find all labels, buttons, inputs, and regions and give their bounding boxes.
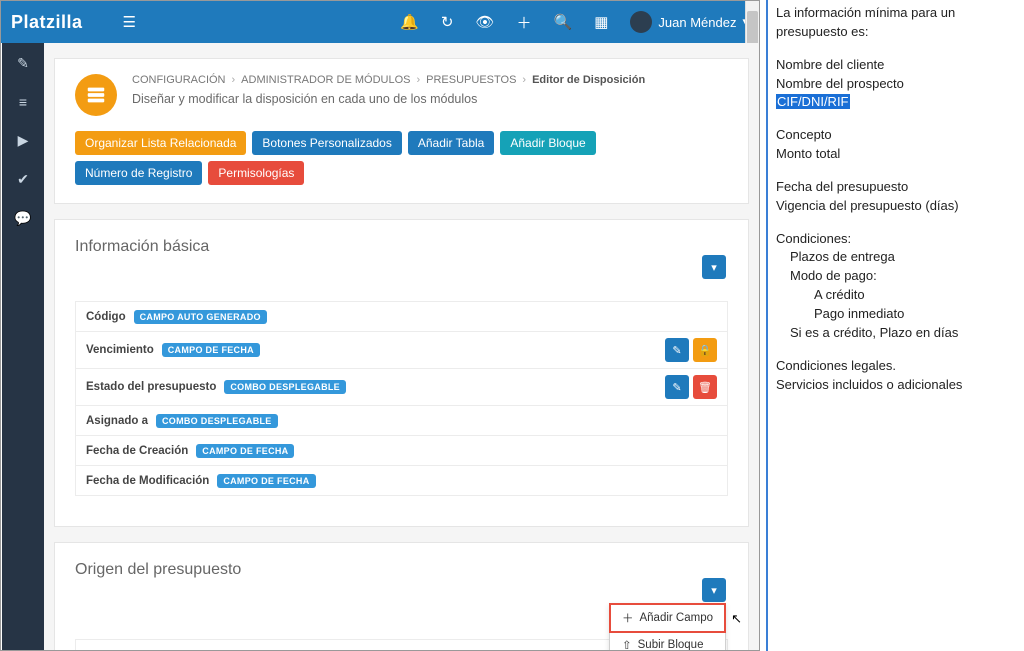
cursor-icon: ↖ xyxy=(731,611,742,627)
page-subtitle: Diseñar y modificar la disposición en ca… xyxy=(132,92,645,106)
notes-line: Condiciones legales. Servicios incluidos… xyxy=(776,357,1014,395)
permisos-button[interactable]: Permisologías xyxy=(208,161,304,185)
field-type-tag: CAMPO DE FECHA xyxy=(196,444,294,458)
section-menu-toggle[interactable]: ▾ xyxy=(702,578,726,602)
menu-item-add-field[interactable]: ＋ Añadir Campo xyxy=(610,604,725,632)
field-type-tag: CAMPO DE FECHA xyxy=(162,343,260,357)
bc-item[interactable]: PRESUPUESTOS xyxy=(426,74,516,86)
plus-icon: ＋ xyxy=(622,610,634,626)
eye-icon[interactable]: 👁 xyxy=(475,13,494,31)
field-row[interactable]: Vencimiento CAMPO DE FECHA ✎🔒 xyxy=(76,332,727,369)
organizar-button[interactable]: Organizar Lista Relacionada xyxy=(75,131,246,155)
notes-line: Condiciones: Plazos de entrega Modo de p… xyxy=(776,230,1014,343)
user-menu[interactable]: Juan Méndez ▾ xyxy=(630,11,749,33)
notes-line: Nombre del cliente Nombre del prospecto … xyxy=(776,56,1014,113)
bloque-button[interactable]: Añadir Bloque xyxy=(500,131,595,155)
content: CONFIGURACIÓN› ADMINISTRADOR DE MÓDULOS›… xyxy=(44,43,759,650)
field-type-tag: COMBO DESPLEGABLE xyxy=(224,380,346,394)
section-menu-toggle[interactable]: ▾ xyxy=(702,255,726,279)
lock-icon[interactable]: 🔒 xyxy=(693,338,717,362)
history-icon[interactable]: ↻ xyxy=(441,13,454,31)
section-dropdown: ＋ Añadir Campo ⇧ Subir Bloque xyxy=(609,603,726,650)
bc-current: Editor de Disposición xyxy=(532,74,645,86)
topbar: Platzilla ☰ 🔔 ↻ 👁 ＋ 🔍 ▦ Juan Méndez ▾ xyxy=(1,1,759,43)
section-title: Origen del presupuesto xyxy=(75,561,728,579)
bc-item[interactable]: CONFIGURACIÓN xyxy=(132,74,226,86)
field-row[interactable]: Fecha de Modificación CAMPO DE FECHA xyxy=(76,466,727,496)
user-name: Juan Méndez xyxy=(658,15,736,30)
field-row[interactable]: Estado del presupuesto COMBO DESPLEGABLE ✎… xyxy=(76,369,727,406)
notes-panel: La información mínima para un presupuest… xyxy=(766,0,1022,651)
menu-item-move-up[interactable]: ⇧ Subir Bloque xyxy=(610,632,725,650)
notes-line: La información mínima para un presupuest… xyxy=(776,4,1014,42)
sidebar: ✎ ≡ ▶ ✔ 💬 xyxy=(2,43,44,650)
field-label: Vencimiento xyxy=(86,344,154,356)
trash-icon[interactable]: 🗑 xyxy=(693,375,717,399)
notes-line: Concepto Monto total xyxy=(776,126,1014,164)
play-icon[interactable]: ▶ xyxy=(18,132,29,149)
search-icon[interactable]: 🔍 xyxy=(554,13,573,31)
section-origin: Origen del presupuesto ▾ ＋ Añadir Campo … xyxy=(54,542,749,650)
edit-icon[interactable]: ✎ xyxy=(665,338,689,362)
apps-icon[interactable]: ▦ xyxy=(594,13,608,31)
highlighted-text: CIF/DNI/RIF xyxy=(776,94,850,109)
plus-icon[interactable]: ＋ xyxy=(517,12,532,33)
edit-icon[interactable]: ✎ xyxy=(665,375,689,399)
edit-icon[interactable]: ✎ xyxy=(17,55,29,72)
menu-icon[interactable]: ☰ xyxy=(123,13,136,31)
field-row[interactable]: Fecha de Creación CAMPO DE FECHA xyxy=(76,436,727,466)
field-label: Fecha de Modificación xyxy=(86,475,209,487)
field-label: Fecha de Creación xyxy=(86,445,188,457)
tabla-button[interactable]: Añadir Tabla xyxy=(408,131,495,155)
comment-icon[interactable]: 💬 xyxy=(14,210,31,227)
field-type-tag: COMBO DESPLEGABLE xyxy=(156,414,278,428)
notes-line: Fecha del presupuesto Vigencia del presu… xyxy=(776,178,1014,216)
up-icon: ⇧ xyxy=(622,638,632,650)
field-row[interactable]: Código CAMPO AUTO GENERADO xyxy=(76,302,727,332)
field-type-tag: CAMPO DE FECHA xyxy=(217,474,315,488)
section-basic: Información básica ▾ Código CAMPO AUTO GE… xyxy=(54,219,749,527)
bc-item[interactable]: ADMINISTRADOR DE MÓDULOS xyxy=(241,74,410,86)
field-row[interactable]: Asignado a COMBO DESPLEGABLE xyxy=(76,406,727,436)
module-icon xyxy=(75,74,117,116)
bell-icon[interactable]: 🔔 xyxy=(400,13,419,31)
field-label: Estado del presupuesto xyxy=(86,381,216,393)
section-title: Información básica xyxy=(75,238,728,256)
page-header: CONFIGURACIÓN› ADMINISTRADOR DE MÓDULOS›… xyxy=(54,58,749,204)
numero-button[interactable]: Número de Registro xyxy=(75,161,202,185)
field-type-tag: CAMPO AUTO GENERADO xyxy=(134,310,267,324)
field-label: Código xyxy=(86,311,126,323)
list-icon[interactable]: ≡ xyxy=(19,94,27,110)
brand-logo: Platzilla xyxy=(11,12,83,33)
botones-button[interactable]: Botones Personalizados xyxy=(252,131,401,155)
field-label: Asignado a xyxy=(86,415,148,427)
breadcrumb: CONFIGURACIÓN› ADMINISTRADOR DE MÓDULOS›… xyxy=(132,74,645,86)
check-icon[interactable]: ✔ xyxy=(17,171,29,188)
avatar xyxy=(630,11,652,33)
